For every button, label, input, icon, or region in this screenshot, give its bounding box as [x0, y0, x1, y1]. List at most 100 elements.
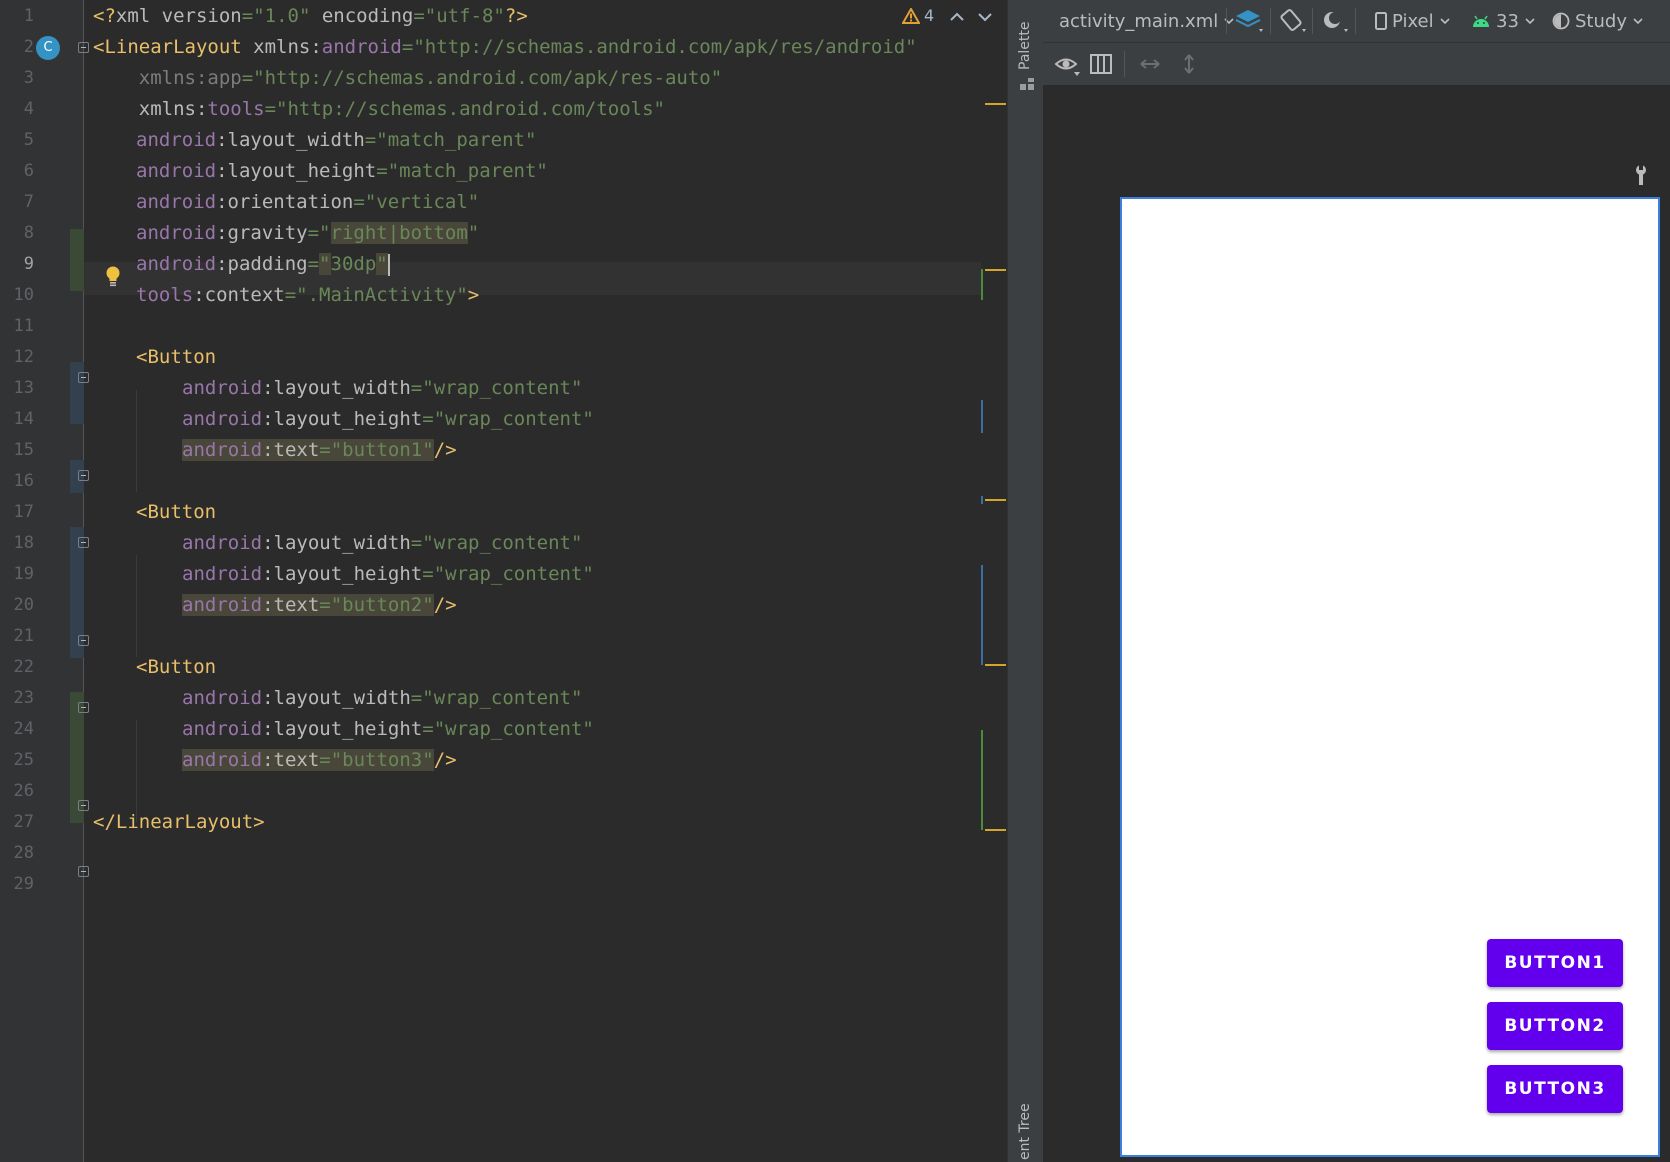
preview-button-2[interactable]: BUTTON2: [1487, 1002, 1623, 1050]
change-stripe: [981, 565, 983, 665]
horizontal-resize-icon: [1140, 59, 1160, 69]
line-number: 6: [23, 161, 34, 181]
device-name: Pixel: [1392, 10, 1434, 32]
design-surface-button[interactable]: [1235, 0, 1265, 42]
change-marker[interactable]: [70, 229, 84, 291]
code-line-5[interactable]: android:layout_width="match_parent": [136, 124, 536, 157]
fold-end-icon[interactable]: [78, 470, 89, 481]
warning-icon: [902, 7, 920, 24]
fold-end-icon[interactable]: [78, 866, 89, 877]
rotate-icon: [1280, 9, 1306, 32]
vertical-resize-button[interactable]: [1177, 43, 1201, 85]
view-options-button[interactable]: [1054, 43, 1082, 85]
theme-selector[interactable]: Study: [1552, 0, 1644, 42]
line-number: 11: [13, 316, 34, 336]
preview-button-3[interactable]: BUTTON3: [1487, 1065, 1623, 1113]
android-icon: [1473, 15, 1489, 27]
code-line-12[interactable]: <Button: [136, 341, 216, 374]
api-level: 33: [1496, 10, 1519, 32]
api-level-selector[interactable]: 33: [1471, 0, 1536, 42]
code-line-3[interactable]: xmlns:app="http://schemas.android.com/ap…: [93, 62, 722, 95]
code-line-6[interactable]: android:layout_height="match_parent": [136, 155, 548, 188]
error-stripe-mark[interactable]: [985, 829, 1006, 831]
fold-toggle-icon[interactable]: [78, 42, 89, 53]
code-line-24[interactable]: android:layout_height="wrap_content": [182, 713, 594, 746]
code-line-7[interactable]: android:orientation="vertical": [136, 186, 479, 219]
code-line-18[interactable]: android:layout_width="wrap_content": [182, 527, 582, 560]
line-number: 28: [13, 843, 34, 863]
fold-toggle-icon[interactable]: [78, 372, 89, 383]
code-line-9[interactable]: android:padding="30dp": [136, 248, 390, 281]
lightbulb-icon[interactable]: [105, 266, 121, 288]
palette-icon[interactable]: [1019, 76, 1035, 92]
code-line-27[interactable]: </LinearLayout>: [93, 806, 265, 839]
line-number: 19: [13, 564, 34, 584]
device-preview[interactable]: BUTTON1 BUTTON2 BUTTON3: [1120, 197, 1660, 1157]
wrench-icon[interactable]: [1632, 164, 1650, 186]
change-stripe: [981, 730, 983, 830]
line-number: 8: [23, 223, 34, 243]
blueprint-toggle[interactable]: [1089, 43, 1113, 85]
designer-secondary-toolbar: [1043, 43, 1670, 86]
change-stripe: [981, 400, 983, 433]
line-number: 14: [13, 409, 34, 429]
chevron-down-icon: [1440, 18, 1450, 25]
fold-toggle-icon[interactable]: [78, 702, 89, 713]
code-line-4[interactable]: xmlns:tools="http://schemas.android.com/…: [93, 93, 665, 126]
chevron-down-icon[interactable]: [974, 6, 996, 28]
line-number: 12: [13, 347, 34, 367]
toolbar-separator: [1355, 8, 1356, 34]
indent-guide: [136, 555, 137, 657]
line-number: 18: [13, 533, 34, 553]
palette-tab[interactable]: Palette: [1017, 22, 1033, 71]
line-number: 2: [23, 37, 34, 57]
code-line-13[interactable]: android:layout_width="wrap_content": [182, 372, 582, 405]
error-stripe-mark[interactable]: [985, 103, 1006, 105]
code-line-22[interactable]: <Button: [136, 651, 216, 684]
eye-icon: [1054, 58, 1080, 76]
line-number: 7: [23, 192, 34, 212]
warnings-indicator[interactable]: 4: [902, 6, 934, 25]
orientation-button[interactable]: [1278, 0, 1308, 42]
chevron-down-icon: [1633, 18, 1643, 25]
theme-icon: [1552, 12, 1570, 30]
error-stripe-mark[interactable]: [985, 664, 1006, 666]
indent-guide: [136, 390, 137, 492]
fold-end-icon[interactable]: [78, 635, 89, 646]
toolbar-separator: [1312, 8, 1313, 34]
warnings-count: 4: [924, 6, 935, 25]
file-selector[interactable]: activity_main.xml: [1059, 0, 1235, 42]
chevron-up-icon[interactable]: [946, 6, 968, 28]
fold-end-icon[interactable]: [78, 800, 89, 811]
night-mode-icon: [1324, 12, 1348, 32]
component-tree-tab[interactable]: ent Tree: [1017, 1103, 1033, 1160]
line-number-current: 9: [23, 254, 34, 274]
vertical-resize-icon: [1184, 54, 1194, 74]
line-number: 29: [13, 874, 34, 894]
code-line-17[interactable]: <Button: [136, 496, 216, 529]
code-line-25[interactable]: android:text="button3"/>: [182, 744, 457, 777]
night-mode-button[interactable]: [1320, 0, 1350, 42]
code-line-10[interactable]: tools:context=".MainActivity">: [136, 279, 479, 312]
toolbar-separator: [1226, 8, 1227, 34]
line-number: 22: [13, 657, 34, 677]
preview-button-1[interactable]: BUTTON1: [1487, 939, 1623, 987]
device-selector[interactable]: Pixel: [1375, 0, 1451, 42]
code-line-8[interactable]: android:gravity="right|bottom": [136, 217, 479, 250]
error-stripe-mark[interactable]: [985, 499, 1006, 501]
class-badge-icon[interactable]: C: [36, 36, 60, 60]
code-line-15[interactable]: android:text="button1"/>: [182, 434, 457, 467]
code-line-14[interactable]: android:layout_height="wrap_content": [182, 403, 594, 436]
code-line-19[interactable]: android:layout_height="wrap_content": [182, 558, 594, 591]
code-line-1[interactable]: <?xml version="1.0" encoding="utf-8"?>: [93, 0, 528, 33]
error-stripe-mark[interactable]: [985, 269, 1006, 271]
code-line-23[interactable]: android:layout_width="wrap_content": [182, 682, 582, 715]
code-editor[interactable]: 1 2 3 4 5 6 7 8 9 10 11 12 13 14 15 16 1…: [0, 0, 1007, 1162]
code-line-20[interactable]: android:text="button2"/>: [182, 589, 457, 622]
fold-toggle-icon[interactable]: [78, 537, 89, 548]
horizontal-resize-button[interactable]: [1138, 43, 1162, 85]
side-tool-strip: Palette ent Tree: [1007, 0, 1043, 1162]
code-line-2[interactable]: <LinearLayout xmlns:android="http://sche…: [93, 31, 917, 64]
line-number: 16: [13, 471, 34, 491]
line-gutter: 1 2 3 4 5 6 7 8 9 10 11 12 13 14 15 16 1…: [0, 0, 89, 1162]
